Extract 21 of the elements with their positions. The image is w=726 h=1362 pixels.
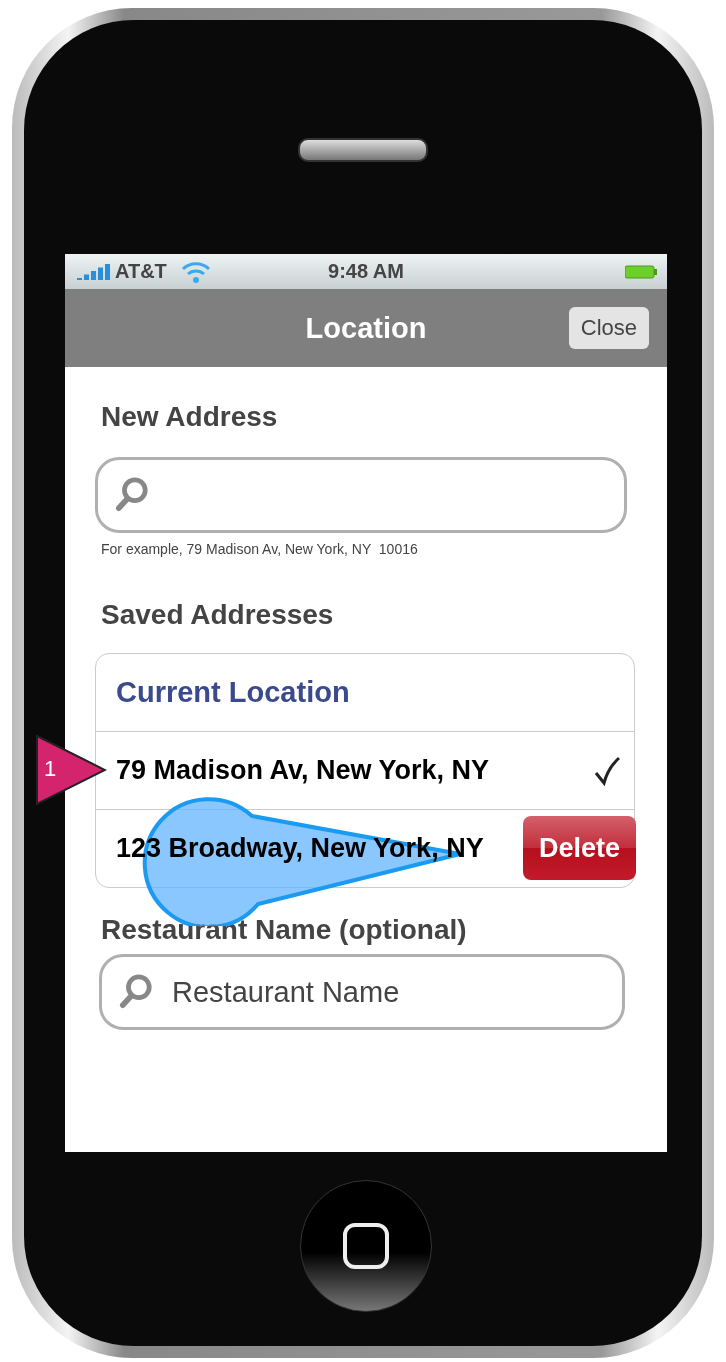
wifi-icon — [180, 260, 211, 283]
delete-button[interactable]: Delete — [522, 816, 636, 880]
annotation-marker — [35, 734, 107, 806]
address-item[interactable]: 79 Madison Av, New York, NY — [116, 755, 490, 786]
restaurant-search-field[interactable]: Restaurant Name — [99, 954, 625, 1030]
annotation-number: 1 — [44, 756, 57, 782]
screen-title: Location — [305, 311, 427, 345]
hint-text: For example, 79 Madison Av, New York, NY 10016 — [101, 541, 419, 557]
section-heading: New Address — [101, 401, 279, 433]
section-heading: Saved Addresses — [101, 599, 335, 631]
address-search-field[interactable] — [95, 457, 627, 533]
current-location-item[interactable]: Current Location — [116, 676, 350, 709]
status-time: 9:48 AM — [328, 260, 404, 282]
battery-icon — [625, 264, 657, 279]
carrier-label: AT&T — [115, 260, 167, 283]
signal-icon — [77, 263, 111, 280]
section-heading: Restaurant Name (optional) — [101, 914, 468, 946]
checkmark-icon — [594, 755, 620, 786]
search-icon — [119, 973, 153, 1011]
close-button[interactable]: Close — [568, 307, 649, 349]
search-icon — [115, 476, 149, 514]
